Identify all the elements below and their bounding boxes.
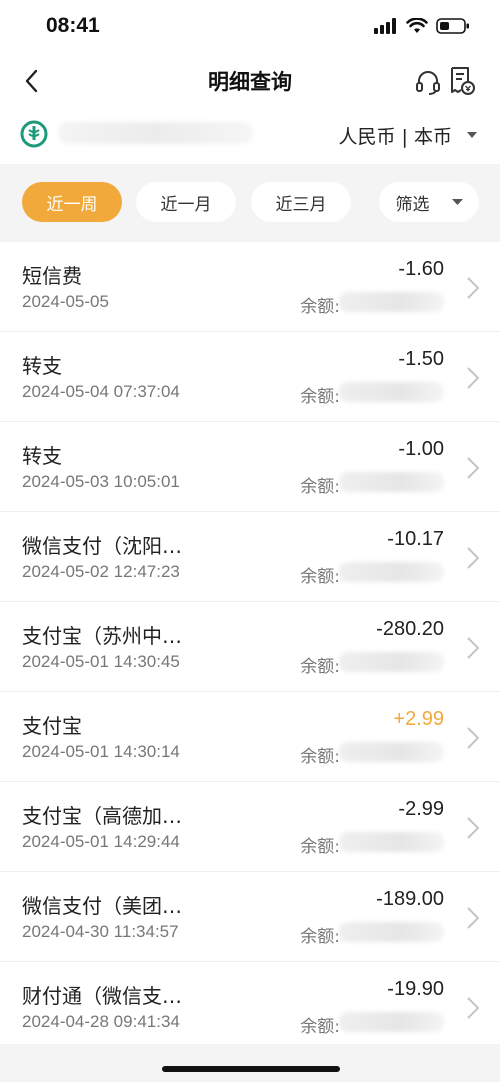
transaction-amount: -1.00 — [398, 438, 444, 460]
transaction-amount: +2.99 — [393, 708, 444, 730]
currency-selector[interactable]: 人民币 | 本币 — [339, 122, 452, 149]
transaction-amount: -1.60 — [398, 258, 444, 280]
filter-three-months-label: 近三月 — [275, 194, 327, 215]
transaction-amount: -19.90 — [387, 978, 444, 1000]
transaction-date: 2024-05-04 07:37:04 — [22, 382, 180, 401]
transaction-title: 微信支付（美团… — [22, 894, 182, 918]
home-indicator[interactable] — [162, 1066, 340, 1072]
balance-masked — [339, 292, 444, 312]
status-bar: 08:41 — [0, 0, 500, 56]
signal-icon — [374, 18, 396, 34]
transaction-date: 2024-05-01 14:30:14 — [22, 742, 180, 761]
filter-month-label: 近一月 — [160, 194, 212, 215]
balance-label: 余额: — [300, 657, 340, 677]
transaction-list: 短信费 2024-05-05 -1.60 余额: 转支 2024-05-04 0… — [0, 242, 500, 1052]
transaction-date: 2024-04-30 11:34:57 — [22, 922, 179, 941]
balance-masked — [339, 562, 444, 582]
transaction-title: 短信费 — [22, 264, 82, 288]
transaction-title: 转支 — [22, 354, 62, 378]
transaction-row[interactable]: 支付宝（苏州中… 2024-05-01 14:30:45 -280.20 余额: — [0, 602, 500, 692]
caret-down-icon — [451, 199, 463, 205]
transaction-title: 转支 — [22, 444, 62, 468]
chevron-right-icon — [467, 547, 480, 569]
balance-label: 余额: — [300, 567, 340, 587]
caret-down-icon[interactable] — [466, 130, 478, 140]
filter-bar: 近一周 近一月 近三月 筛选 — [0, 164, 500, 242]
filter-month[interactable]: 近一月 — [136, 182, 236, 222]
transaction-date: 2024-05-05 — [22, 292, 109, 311]
chevron-right-icon — [467, 907, 480, 929]
balance-masked — [339, 472, 444, 492]
filter-three-months[interactable]: 近三月 — [251, 182, 351, 222]
battery-icon — [436, 18, 469, 34]
transaction-title: 财付通（微信支… — [22, 984, 182, 1008]
chevron-right-icon — [467, 997, 480, 1019]
chevron-right-icon — [467, 637, 480, 659]
balance-masked — [339, 1012, 444, 1032]
transaction-title: 支付宝（高德加… — [22, 804, 182, 828]
account-row[interactable]: 人民币 | 本币 — [0, 108, 500, 164]
balance-masked — [339, 652, 444, 672]
transaction-title: 支付宝 — [22, 714, 82, 738]
transaction-row[interactable]: 微信支付（沈阳… 2024-05-02 12:47:23 -10.17 余额: — [0, 512, 500, 602]
filter-week[interactable]: 近一周 — [22, 182, 122, 222]
bank-logo-icon — [20, 120, 48, 148]
nav-bar: 明细查询 — [0, 56, 500, 106]
status-time: 08:41 — [46, 14, 100, 37]
balance-label: 余额: — [300, 387, 340, 407]
transaction-row[interactable]: 短信费 2024-05-05 -1.60 余额: — [0, 242, 500, 332]
transaction-amount: -2.99 — [398, 798, 444, 820]
chevron-right-icon — [467, 457, 480, 479]
balance-masked — [339, 382, 444, 402]
transaction-date: 2024-05-01 14:30:45 — [22, 652, 180, 671]
balance-label: 余额: — [300, 1017, 340, 1037]
transaction-date: 2024-05-01 14:29:44 — [22, 832, 180, 851]
transaction-row[interactable]: 财付通（微信支… 2024-04-28 09:41:34 -19.90 余额: — [0, 962, 500, 1052]
balance-label: 余额: — [300, 477, 340, 497]
account-number-masked — [58, 122, 253, 144]
filter-week-label: 近一周 — [46, 194, 98, 215]
transaction-row[interactable]: 支付宝 2024-05-01 14:30:14 +2.99 余额: — [0, 692, 500, 782]
transaction-row[interactable]: 支付宝（高德加… 2024-05-01 14:29:44 -2.99 余额: — [0, 782, 500, 872]
chevron-right-icon — [467, 727, 480, 749]
transaction-row[interactable]: 转支 2024-05-04 07:37:04 -1.50 余额: — [0, 332, 500, 422]
transaction-amount: -10.17 — [387, 528, 444, 550]
transaction-amount: -189.00 — [376, 888, 444, 910]
status-icons — [374, 18, 470, 34]
transaction-row[interactable]: 微信支付（美团… 2024-04-30 11:34:57 -189.00 余额: — [0, 872, 500, 962]
filter-button[interactable]: 筛选 — [379, 182, 479, 222]
transaction-date: 2024-05-03 10:05:01 — [22, 472, 180, 491]
transaction-title: 支付宝（苏州中… — [22, 624, 182, 648]
balance-label: 余额: — [300, 747, 340, 767]
transaction-amount: -1.50 — [398, 348, 444, 370]
chevron-right-icon — [467, 367, 480, 389]
balance-masked — [339, 832, 444, 852]
balance-masked — [339, 742, 444, 762]
chevron-right-icon — [467, 817, 480, 839]
balance-masked — [339, 922, 444, 942]
wifi-icon — [406, 18, 428, 33]
receipt-icon[interactable] — [448, 66, 476, 96]
transaction-row[interactable]: 转支 2024-05-03 10:05:01 -1.00 余额: — [0, 422, 500, 512]
headset-icon[interactable] — [414, 68, 442, 96]
transaction-date: 2024-05-02 12:47:23 — [22, 562, 180, 581]
filter-button-label: 筛选 — [395, 194, 430, 215]
balance-label: 余额: — [300, 297, 340, 317]
balance-label: 余额: — [300, 837, 340, 857]
transaction-amount: -280.20 — [376, 618, 444, 640]
transaction-title: 微信支付（沈阳… — [22, 534, 182, 558]
chevron-right-icon — [467, 277, 480, 299]
transaction-date: 2024-04-28 09:41:34 — [22, 1012, 180, 1031]
balance-label: 余额: — [300, 927, 340, 947]
bottom-area — [0, 1044, 500, 1082]
